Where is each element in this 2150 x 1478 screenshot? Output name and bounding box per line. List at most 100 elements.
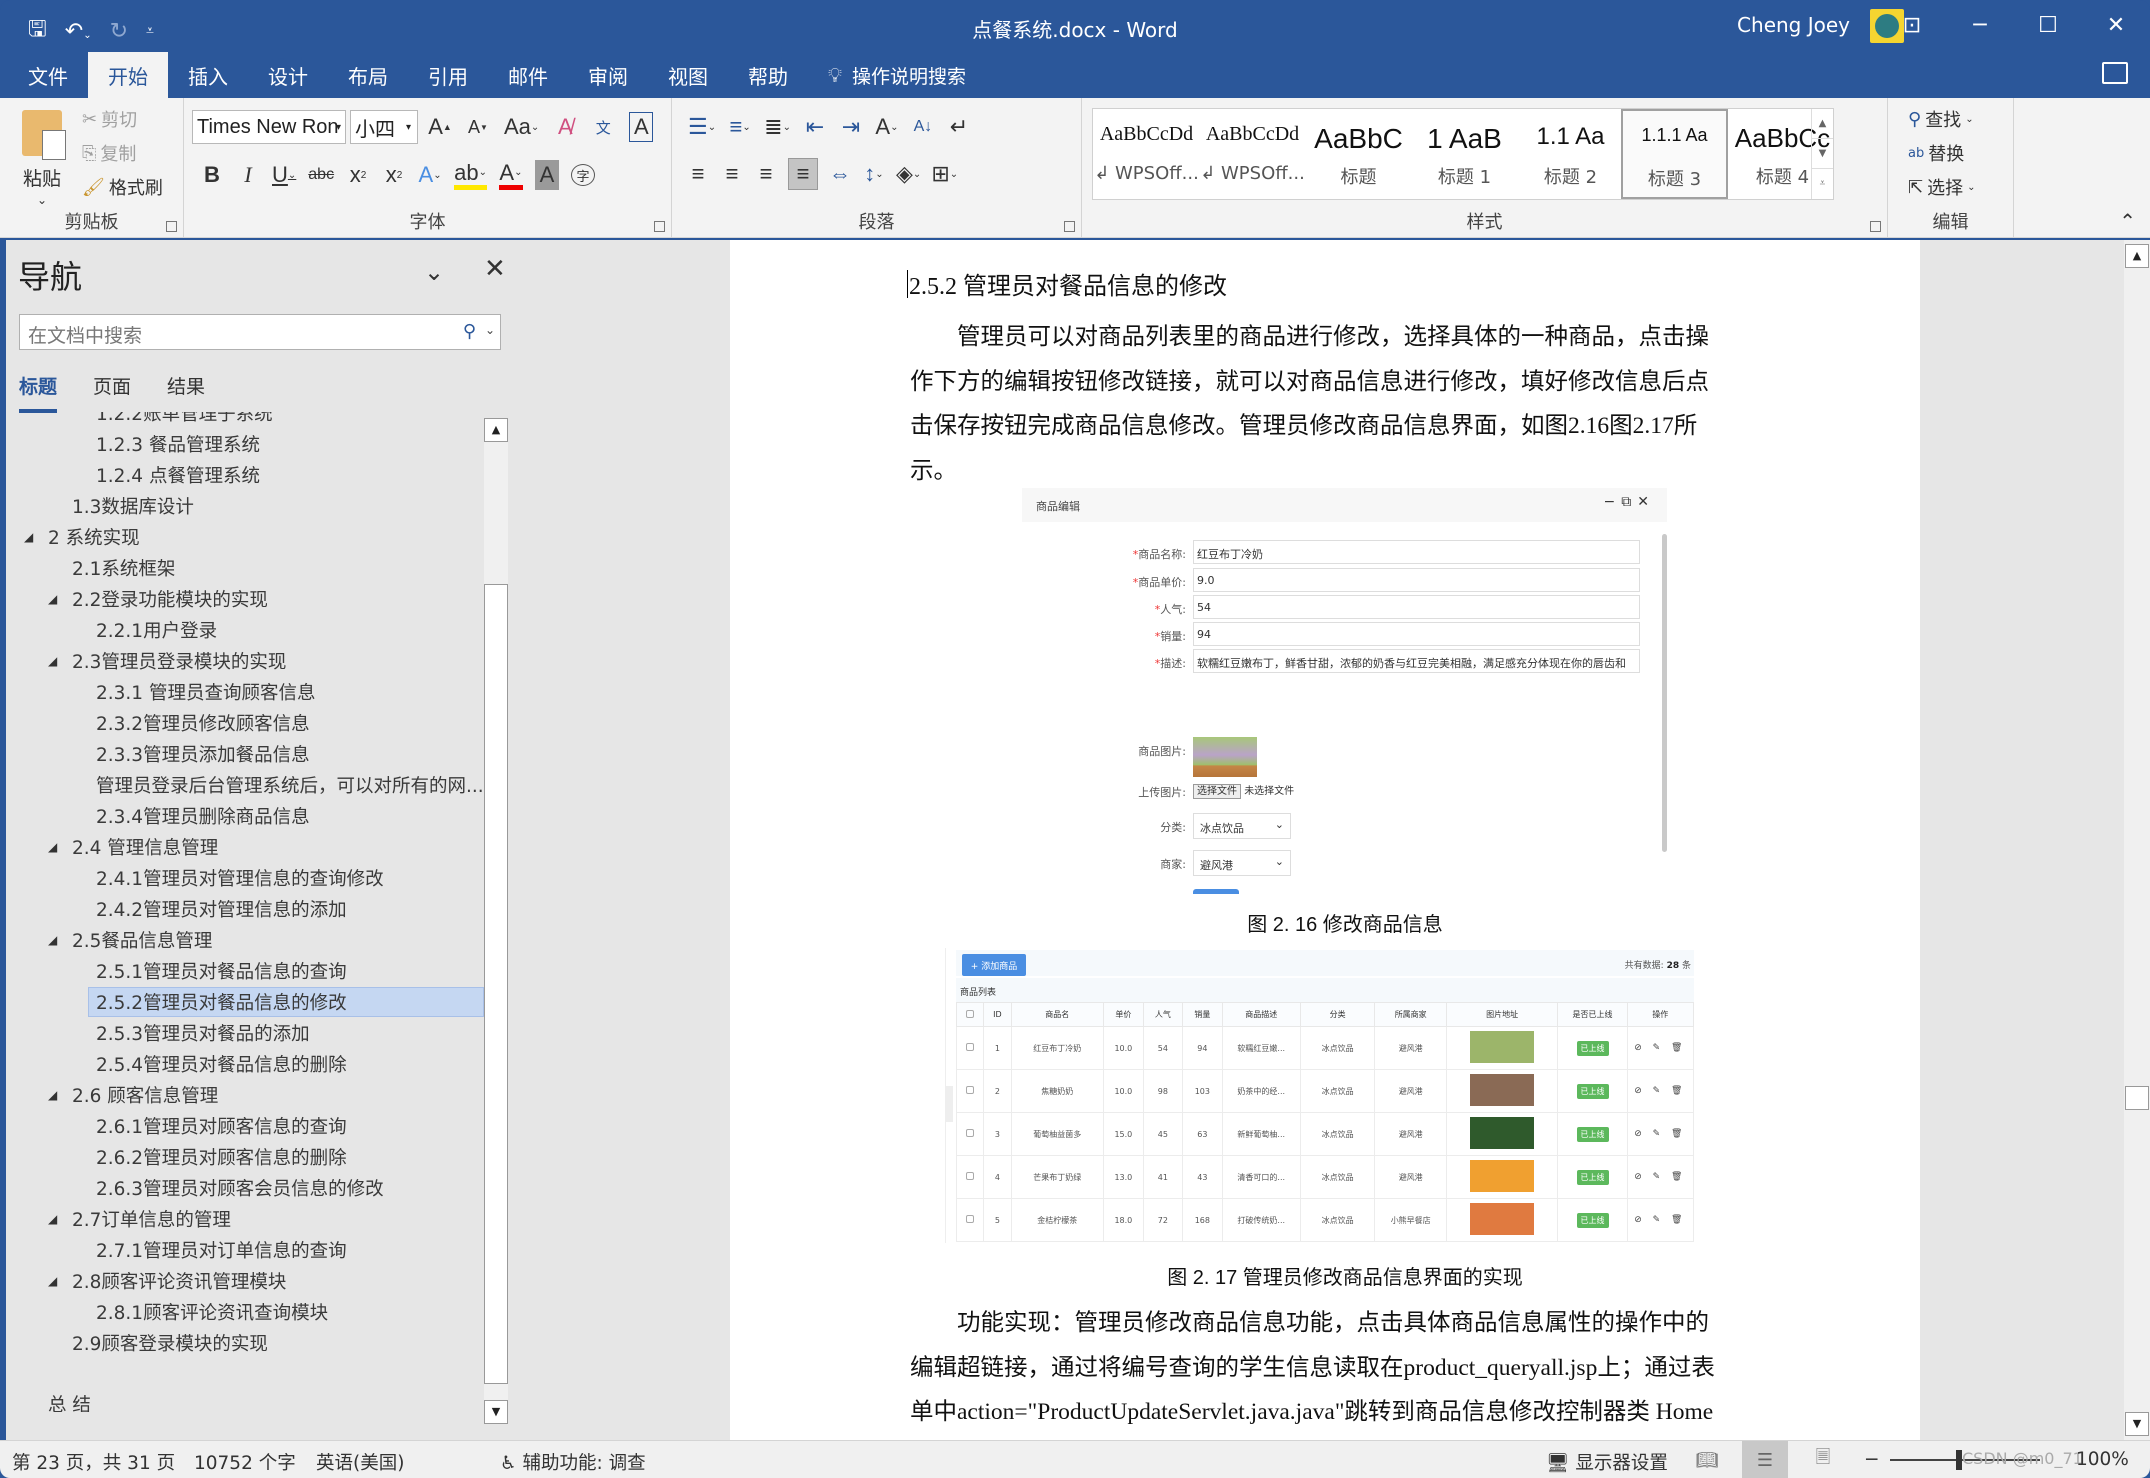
nav-heading-item[interactable]: 1.2.3 餐品管理系统 <box>96 429 260 459</box>
shading-icon[interactable]: ◈ ⌄ <box>896 159 921 189</box>
font-dialog-launcher[interactable] <box>654 221 665 232</box>
paragraph-dialog-launcher[interactable] <box>1064 221 1075 232</box>
styles-more-button[interactable]: ⩡ <box>1812 169 1833 199</box>
tab-references[interactable]: 引用 <box>408 52 488 98</box>
minimize-button[interactable]: ─ <box>1946 0 2014 50</box>
nav-heading-item[interactable]: 总 结 <box>48 1389 91 1412</box>
font-color-icon[interactable]: A ⌄ <box>498 160 523 190</box>
tab-layout[interactable]: 布局 <box>328 52 408 98</box>
scroll-thumb[interactable] <box>484 584 508 1384</box>
text-effects-icon[interactable]: A ⌄ <box>418 160 442 190</box>
tab-file[interactable]: 文件 <box>0 52 88 98</box>
find-button[interactable]: ⚲ 查找 ⌄ <box>1908 106 1974 132</box>
scroll-up-button[interactable]: ▲ <box>484 418 508 442</box>
sort-icon[interactable]: A↓ <box>911 112 935 142</box>
nav-heading-item[interactable]: 2.3.1 管理员查询顾客信息 <box>96 677 315 707</box>
tell-me-search[interactable]: 💡︎ 操作说明搜索 <box>808 52 966 98</box>
styles-up-button[interactable]: ▲ <box>1812 109 1833 139</box>
show-marks-icon[interactable]: ↵ <box>947 112 971 142</box>
nav-heading-item[interactable]: 2.5.4管理员对餐品信息的删除 <box>96 1049 347 1079</box>
tab-view[interactable]: 视图 <box>648 52 728 98</box>
maximize-button[interactable]: ☐ <box>2014 0 2082 50</box>
nav-heading-item[interactable]: 2.7.1管理员对订单信息的查询 <box>96 1235 347 1265</box>
search-icon[interactable]: ⚲ <box>463 321 476 342</box>
nav-heading-item[interactable]: ◢ 2.3管理员登录模块的实现 <box>48 646 286 676</box>
nav-heading-item[interactable]: ◢ 2.2登录功能模块的实现 <box>48 584 268 614</box>
nav-heading-item[interactable]: 2.3.2管理员修改顾客信息 <box>96 708 310 738</box>
style-heading-3[interactable]: 1.1.1 Aa 标题 3 <box>1621 109 1728 199</box>
tab-mailings[interactable]: 邮件 <box>488 52 568 98</box>
align-left-icon[interactable]: ≡ <box>686 159 710 189</box>
nav-heading-item[interactable]: 2.2.1用户登录 <box>96 615 217 645</box>
style-heading-2[interactable]: 1.1 Aa 标题 2 <box>1517 109 1624 199</box>
comments-icon[interactable] <box>2102 62 2128 84</box>
enclose-characters-icon[interactable]: 字 <box>570 164 595 186</box>
nav-heading-item[interactable]: 管理员登录后台管理系统后，可以对所有的网... <box>96 770 484 800</box>
doc-scroll-up-button[interactable]: ▲ <box>2125 244 2149 268</box>
expand-collapse-icon[interactable]: ◢ <box>48 1088 57 1102</box>
nav-heading-item[interactable]: 2.8.1顾客评论资讯查询模块 <box>96 1297 328 1327</box>
superscript-icon[interactable]: x2 <box>382 160 406 190</box>
highlight-icon[interactable]: ab ⌄ <box>454 160 487 190</box>
subscript-icon[interactable]: x2 <box>346 160 370 190</box>
bold-icon[interactable]: B <box>200 160 224 190</box>
distributed-icon[interactable]: ⇔ <box>828 159 852 189</box>
style-title[interactable]: AaBbC 标题 <box>1305 109 1412 199</box>
italic-icon[interactable]: I <box>236 160 260 190</box>
tab-home[interactable]: 开始 <box>88 52 168 98</box>
decrease-indent-icon[interactable]: ⇤ <box>803 112 827 142</box>
nav-heading-item[interactable]: 1.2.4 点餐管理系统 <box>96 460 260 490</box>
tab-insert[interactable]: 插入 <box>168 52 248 98</box>
nav-heading-item[interactable]: 2.6.3管理员对顾客会员信息的修改 <box>96 1173 384 1203</box>
clear-formatting-icon[interactable]: A̸ <box>553 112 577 142</box>
nav-search-input[interactable]: 在文档中搜索 ⚲ ⌄ <box>19 314 501 350</box>
chevron-down-icon[interactable]: ⌄ <box>485 323 495 337</box>
nav-heading-item[interactable]: 2.1系统框架 <box>72 553 175 583</box>
bullets-icon[interactable]: ☰ ⌄ <box>688 112 716 142</box>
expand-collapse-icon[interactable]: ◢ <box>24 530 33 544</box>
expand-collapse-icon[interactable]: ◢ <box>48 592 57 606</box>
expand-collapse-icon[interactable]: ◢ <box>48 933 57 947</box>
user-name[interactable]: Cheng Joey <box>1737 13 1850 37</box>
nav-heading-item[interactable]: 2.6.2管理员对顾客信息的删除 <box>96 1142 347 1172</box>
line-spacing-icon[interactable]: ↕ ⌄ <box>862 159 886 189</box>
borders-icon[interactable]: ⊞ ⌄ <box>931 159 958 189</box>
align-right-icon[interactable]: ≡ <box>754 159 778 189</box>
strikethrough-icon[interactable]: abc <box>308 160 334 190</box>
doc-scroll-down-button[interactable]: ▼ <box>2125 1412 2149 1436</box>
nav-heading-item[interactable]: 2.3.3管理员添加餐品信息 <box>96 739 310 769</box>
nav-heading-item[interactable]: ◢ 2.4 管理信息管理 <box>48 832 218 862</box>
multilevel-list-icon[interactable]: ≣ ⌄ <box>764 112 791 142</box>
print-layout-button[interactable]: ☰ <box>1742 1441 1788 1478</box>
nav-heading-item[interactable]: 2.9顾客登录模块的实现 <box>72 1328 268 1358</box>
language[interactable]: 英语(美国) <box>316 1449 404 1475</box>
character-border-icon[interactable]: A <box>629 112 654 142</box>
expand-collapse-icon[interactable]: ◢ <box>48 1212 57 1226</box>
nav-heading-item[interactable]: ◢ 2.5餐品信息管理 <box>48 925 212 955</box>
numbering-icon[interactable]: ≡ ⌄ <box>728 112 752 142</box>
nav-heading-item[interactable]: ◢ 2.7订单信息的管理 <box>48 1204 231 1234</box>
scroll-down-button[interactable]: ▼ <box>484 1400 508 1424</box>
styles-down-button[interactable]: ▼ <box>1812 139 1833 169</box>
style-wpsoffice-2[interactable]: AaBbCcDd ↲ WPSOff... <box>1199 109 1306 199</box>
increase-indent-icon[interactable]: ⇥ <box>839 112 863 142</box>
collapse-ribbon-icon[interactable]: ⌃ <box>2119 209 2136 233</box>
paste-button[interactable]: 粘贴 ⌄ <box>22 110 66 207</box>
nav-heading-item[interactable]: 2.5.1管理员对餐品信息的查询 <box>96 956 347 986</box>
word-count[interactable]: 10752 个字 <box>194 1449 296 1475</box>
copy-button[interactable]: ⎘ 复制 <box>82 140 136 166</box>
web-layout-button[interactable]: 🗏 <box>1800 1441 1846 1478</box>
nav-heading-item[interactable]: ◢ 2.8顾客评论资讯管理模块 <box>48 1266 286 1296</box>
phonetic-guide-icon[interactable]: 文 <box>591 112 615 142</box>
grow-font-icon[interactable]: A ▲ <box>428 112 452 142</box>
character-spacing-icon[interactable]: A ⌄ <box>875 112 899 142</box>
nav-tab-pages[interactable]: 页面 <box>93 372 131 399</box>
page-count[interactable]: 第 23 页，共 31 页 <box>12 1449 175 1475</box>
select-button[interactable]: ⇱ 选择 ⌄ <box>1908 174 1975 200</box>
shrink-font-icon[interactable]: A ▼ <box>466 112 490 142</box>
cut-button[interactable]: ✂ 剪切 <box>82 106 137 132</box>
expand-collapse-icon[interactable]: ◢ <box>48 1274 57 1288</box>
expand-collapse-icon[interactable]: ◢ <box>48 654 57 668</box>
zoom-out-button[interactable]: − <box>1864 1449 1880 1470</box>
replace-button[interactable]: ab 替换 <box>1908 140 1964 166</box>
